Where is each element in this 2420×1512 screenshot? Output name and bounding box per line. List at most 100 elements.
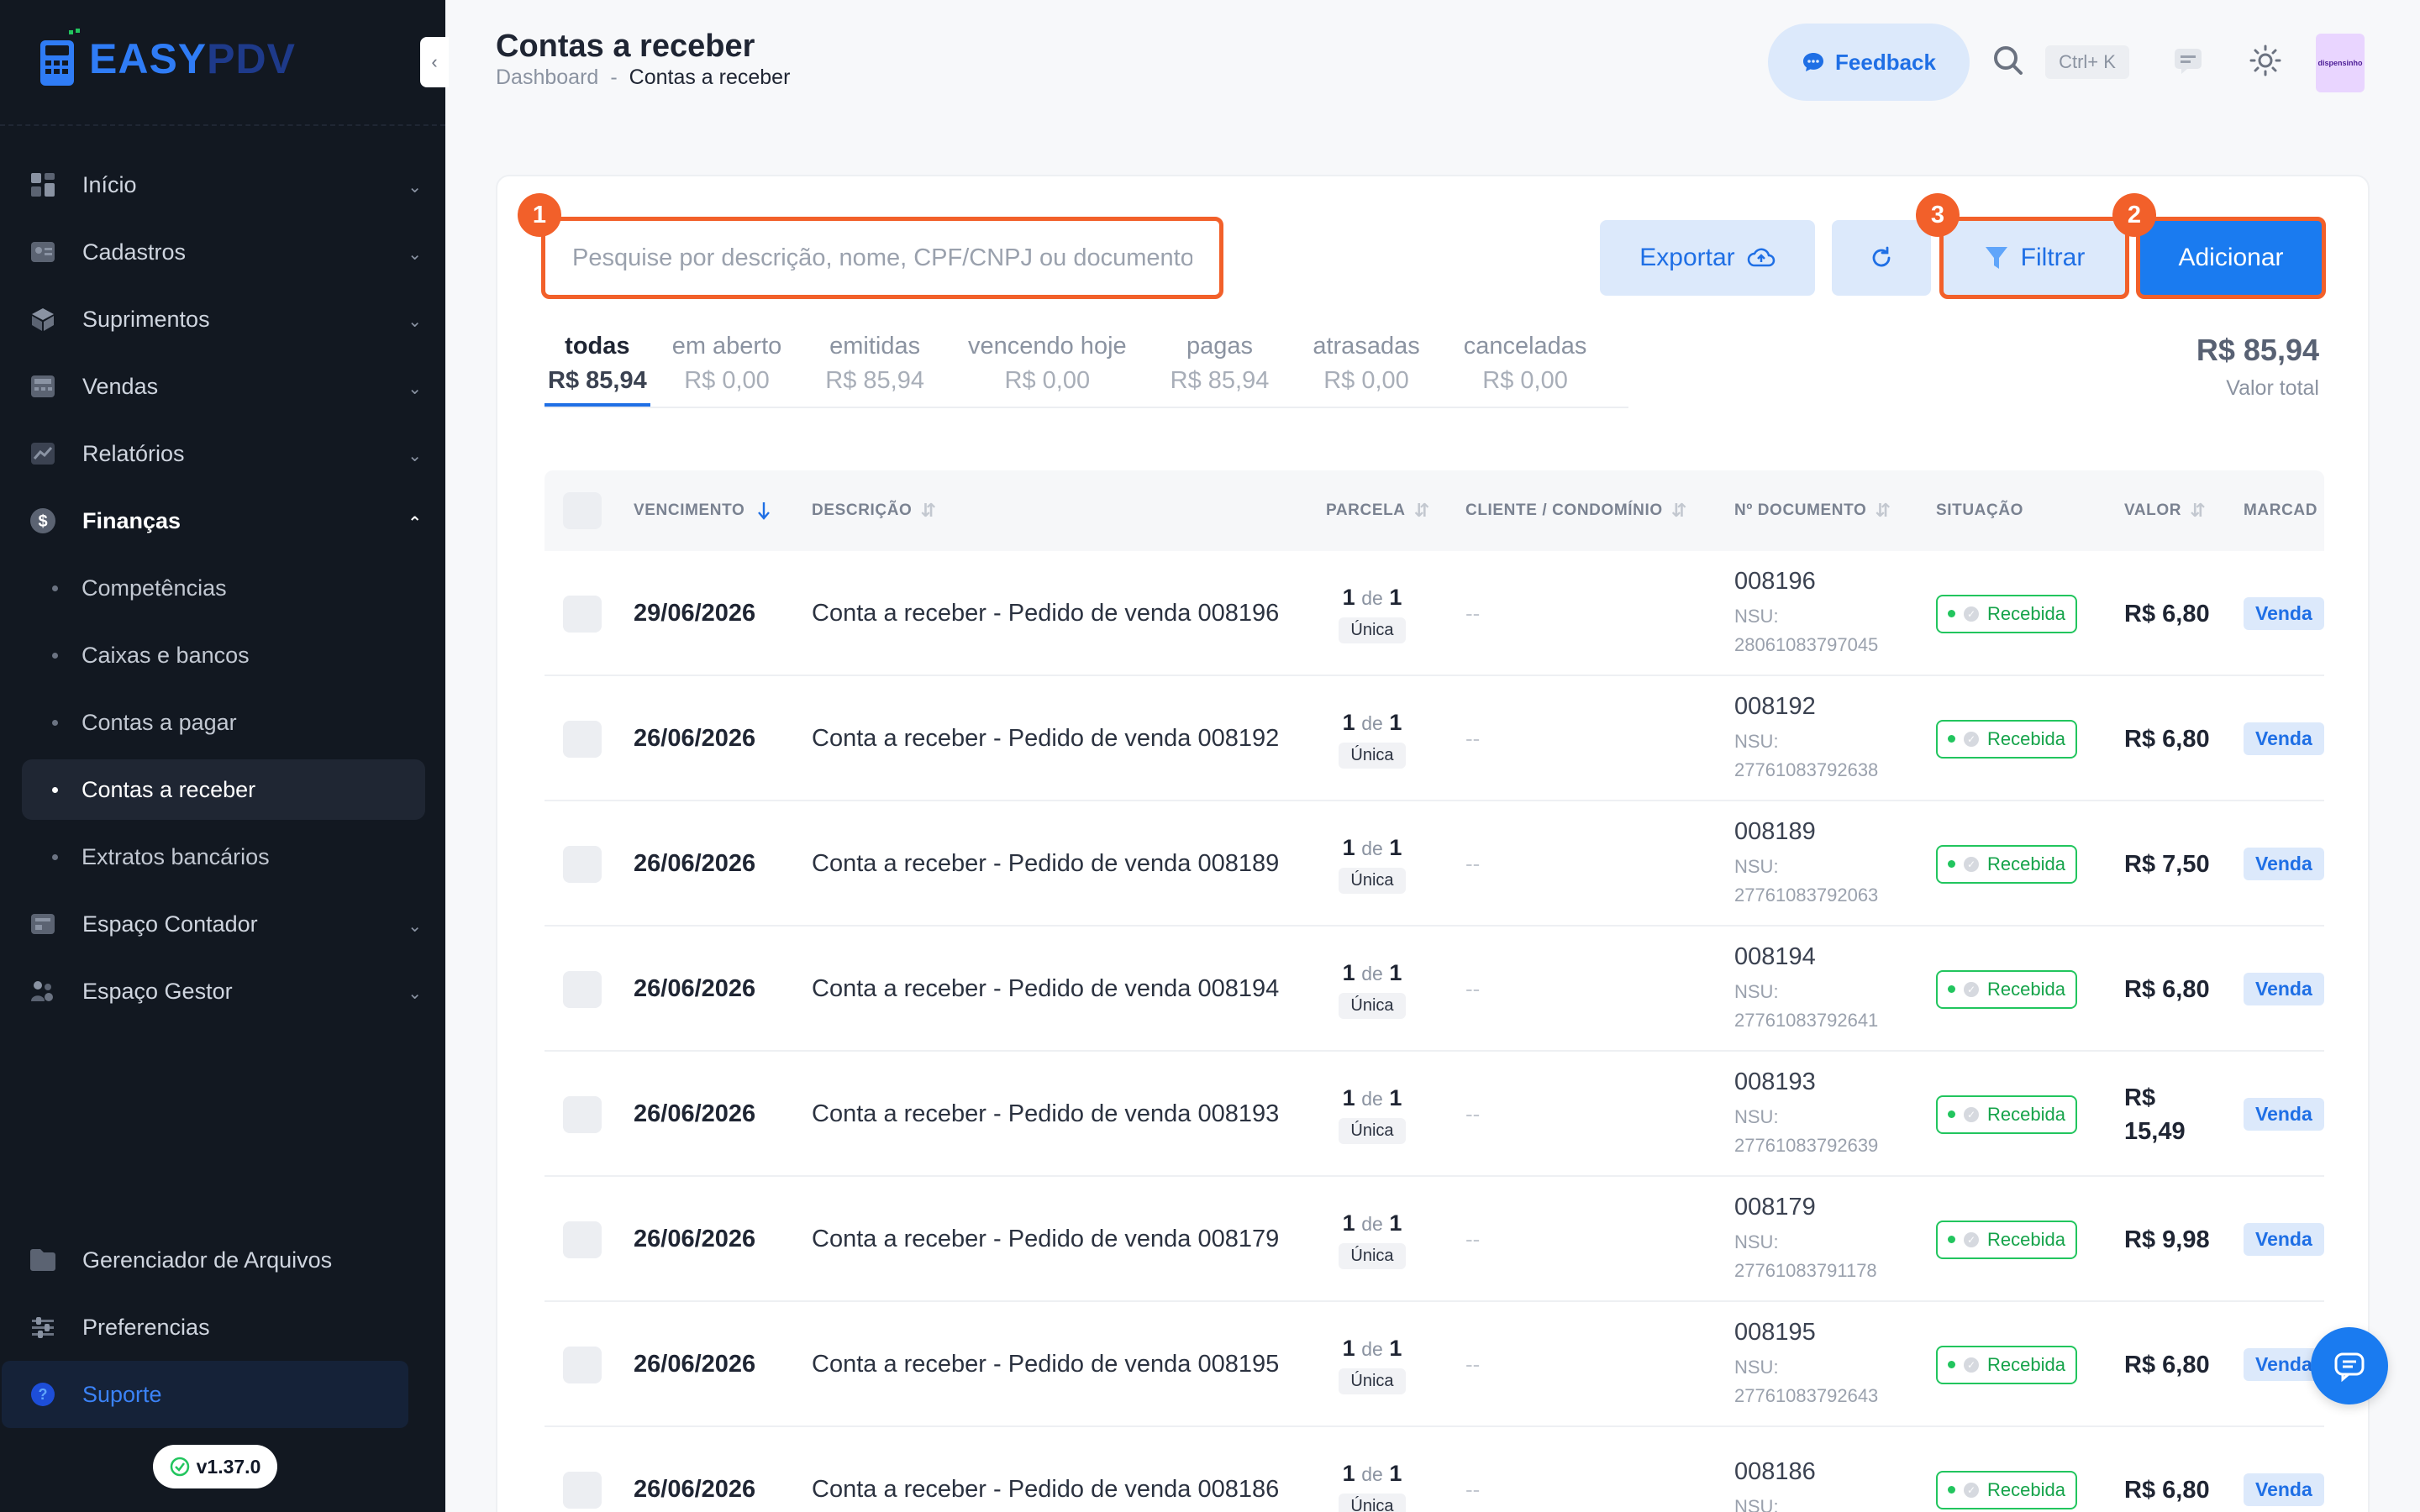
- sidebar-subitem-contas-a-receber[interactable]: Contas a receber: [22, 759, 425, 820]
- add-label: Adicionar: [2178, 244, 2284, 271]
- table-row[interactable]: 26/06/2026 Conta a receber - Pedido de v…: [544, 676, 2324, 801]
- feedback-button[interactable]: Feedback: [1768, 24, 1970, 101]
- brand-logo[interactable]: EASYPDV: [39, 29, 296, 89]
- sidebar-item-espaco-gestor[interactable]: Espaço Gestor ⌄: [22, 958, 425, 1025]
- sidebar-item-inicio[interactable]: Início ⌄: [22, 151, 425, 218]
- sidebar-subitem-contas-a-pagar[interactable]: Contas a pagar: [22, 689, 425, 756]
- sort-icon: ⇵: [920, 500, 937, 521]
- table-row[interactable]: 26/06/2026 Conta a receber - Pedido de v…: [544, 927, 2324, 1052]
- row-checkbox[interactable]: [563, 720, 602, 758]
- row-checkbox[interactable]: [563, 845, 602, 883]
- sidebar-item-gerenciador-de-arquivos[interactable]: Gerenciador de Arquivos: [22, 1226, 425, 1294]
- version-badge: v1.37.0: [153, 1445, 277, 1488]
- sidebar-item-label: Relatórios: [82, 440, 185, 466]
- description[interactable]: Conta a receber - Pedido de venda 008192: [812, 676, 1279, 801]
- sidebar-item-label: Cadastros: [82, 239, 187, 265]
- due-date: 26/06/2026: [634, 975, 756, 1002]
- row-checkbox[interactable]: [563, 970, 602, 1008]
- sidebar-subitem-label: Contas a receber: [82, 776, 256, 802]
- column-header-documento[interactable]: Nº DOCUMENTO ⇵: [1734, 470, 1891, 551]
- search-field[interactable]: [541, 217, 1223, 299]
- sidebar-item-preferencias[interactable]: Preferencias: [22, 1294, 425, 1361]
- row-checkbox[interactable]: [563, 1471, 602, 1509]
- column-header-vencimento[interactable]: VENCIMENTO: [634, 470, 771, 551]
- installment: 1 de 1 Única: [1326, 801, 1418, 927]
- filter-button[interactable]: Filtrar: [1939, 217, 2129, 299]
- tab-em-aberto[interactable]: em aberto R$ 0,00: [650, 329, 804, 407]
- select-all-checkbox[interactable]: [563, 492, 602, 529]
- table-row[interactable]: 26/06/2026 Conta a receber - Pedido de v…: [544, 1302, 2324, 1427]
- tab-emitidas[interactable]: emitidas R$ 85,94: [803, 329, 946, 407]
- description[interactable]: Conta a receber - Pedido de venda 008195: [812, 1302, 1279, 1427]
- installment-type: Única: [1339, 742, 1406, 769]
- column-header-descricao[interactable]: DESCRIÇÃO ⇵: [812, 470, 936, 551]
- description[interactable]: Conta a receber - Pedido de venda 008186: [812, 1427, 1279, 1512]
- status-label: Recebida: [1987, 602, 2065, 624]
- row-checkbox[interactable]: [563, 1095, 602, 1133]
- installment-type: Única: [1339, 867, 1406, 894]
- total-summary: R$ 85,94 Valor total: [2196, 333, 2319, 401]
- installment-of: de: [1361, 1462, 1383, 1485]
- row-checkbox[interactable]: [563, 1221, 602, 1258]
- avatar[interactable]: dispensinho: [2316, 34, 2365, 92]
- add-button[interactable]: Adicionar: [2136, 217, 2326, 299]
- sidebar-subitem-caixas-e-bancos[interactable]: Caixas e bancos: [22, 622, 425, 689]
- search-icon[interactable]: [1991, 44, 2025, 77]
- column-header-label: DESCRIÇÃO: [812, 501, 913, 519]
- column-header-situacao[interactable]: SITUAÇÃO: [1936, 470, 2023, 551]
- sidebar-subitem-competencias[interactable]: Competências: [22, 554, 425, 622]
- tab-todas[interactable]: todas R$ 85,94: [544, 329, 650, 407]
- breadcrumb-link-dashboard[interactable]: Dashboard: [496, 66, 598, 90]
- row-checkbox[interactable]: [563, 595, 602, 633]
- tab-vencendo-hoje[interactable]: vencendo hoje R$ 0,00: [946, 329, 1149, 407]
- tab-value: R$ 0,00: [1482, 367, 1568, 394]
- tab-pagas[interactable]: pagas R$ 85,94: [1149, 329, 1292, 407]
- table-row[interactable]: 26/06/2026 Conta a receber - Pedido de v…: [544, 801, 2324, 927]
- document-number: 008179 NSU: 27761083791178: [1734, 1177, 1902, 1302]
- bullet-icon: [52, 585, 58, 591]
- sidebar-item-vendas[interactable]: Vendas ⌄: [22, 353, 425, 420]
- sidebar-item-suporte[interactable]: ? Suporte: [2, 1361, 408, 1428]
- sidebar-item-relatorios[interactable]: Relatórios ⌄: [22, 420, 425, 487]
- tab-value: R$ 0,00: [1004, 367, 1091, 394]
- status-badge: ✓ Recebida: [1936, 1345, 2077, 1384]
- column-header-valor[interactable]: VALOR ⇵: [2124, 470, 2206, 551]
- amount: R$ 9,98: [2124, 1226, 2210, 1253]
- tab-atrasadas[interactable]: atrasadas R$ 0,00: [1291, 329, 1441, 407]
- description[interactable]: Conta a receber - Pedido de venda 008193: [812, 1052, 1279, 1177]
- bullet-icon: [52, 853, 58, 860]
- table-row[interactable]: 26/06/2026 Conta a receber - Pedido de v…: [544, 1427, 2324, 1512]
- sidebar-item-cadastros[interactable]: Cadastros ⌄: [22, 218, 425, 286]
- export-button[interactable]: Exportar: [1600, 220, 1815, 296]
- table-header: VENCIMENTO DESCRIÇÃO ⇵ PARCELA ⇵ CLIENTE /…: [544, 470, 2324, 551]
- amount: R$ 15,49: [2124, 1084, 2186, 1145]
- chat-bubble-icon: [1803, 53, 1824, 71]
- description[interactable]: Conta a receber - Pedido de venda 008194: [812, 927, 1279, 1052]
- chat-support-button[interactable]: [2311, 1327, 2388, 1404]
- column-header-marcador[interactable]: MARCAD: [2244, 470, 2317, 551]
- theme-toggle-sun-icon[interactable]: [2249, 44, 2282, 77]
- messages-icon[interactable]: [2173, 47, 2203, 76]
- table-row[interactable]: 26/06/2026 Conta a receber - Pedido de v…: [544, 1052, 2324, 1177]
- installment-number: 1: [1342, 584, 1355, 610]
- column-header-parcela[interactable]: PARCELA ⇵: [1326, 470, 1430, 551]
- description[interactable]: Conta a receber - Pedido de venda 008189: [812, 801, 1279, 927]
- sidebar-item-suprimentos[interactable]: Suprimentos ⌄: [22, 286, 425, 353]
- column-header-cliente[interactable]: CLIENTE / CONDOMÍNIO ⇵: [1465, 470, 1687, 551]
- users-icon: [29, 977, 57, 1005]
- row-checkbox[interactable]: [563, 1346, 602, 1383]
- table-row[interactable]: 29/06/2026 Conta a receber - Pedido de v…: [544, 551, 2324, 676]
- table-row[interactable]: 26/06/2026 Conta a receber - Pedido de v…: [544, 1177, 2324, 1302]
- sidebar-subitem-extratos-bancarios[interactable]: Extratos bancários: [22, 823, 425, 890]
- refresh-button[interactable]: [1832, 220, 1931, 296]
- collapse-sidebar-button[interactable]: ‹: [420, 37, 449, 87]
- sidebar-item-financas[interactable]: $ Finanças ⌃: [22, 487, 425, 554]
- description[interactable]: Conta a receber - Pedido de venda 008196: [812, 551, 1279, 676]
- tab-label: atrasadas: [1313, 333, 1420, 360]
- svg-text:?: ?: [39, 1386, 48, 1403]
- search-input[interactable]: [545, 221, 1219, 295]
- installment: 1 de 1 Única: [1326, 551, 1418, 676]
- tab-canceladas[interactable]: canceladas R$ 0,00: [1442, 329, 1609, 407]
- description[interactable]: Conta a receber - Pedido de venda 008179: [812, 1177, 1279, 1302]
- sidebar-item-espaco-contador[interactable]: Espaço Contador ⌄: [22, 890, 425, 958]
